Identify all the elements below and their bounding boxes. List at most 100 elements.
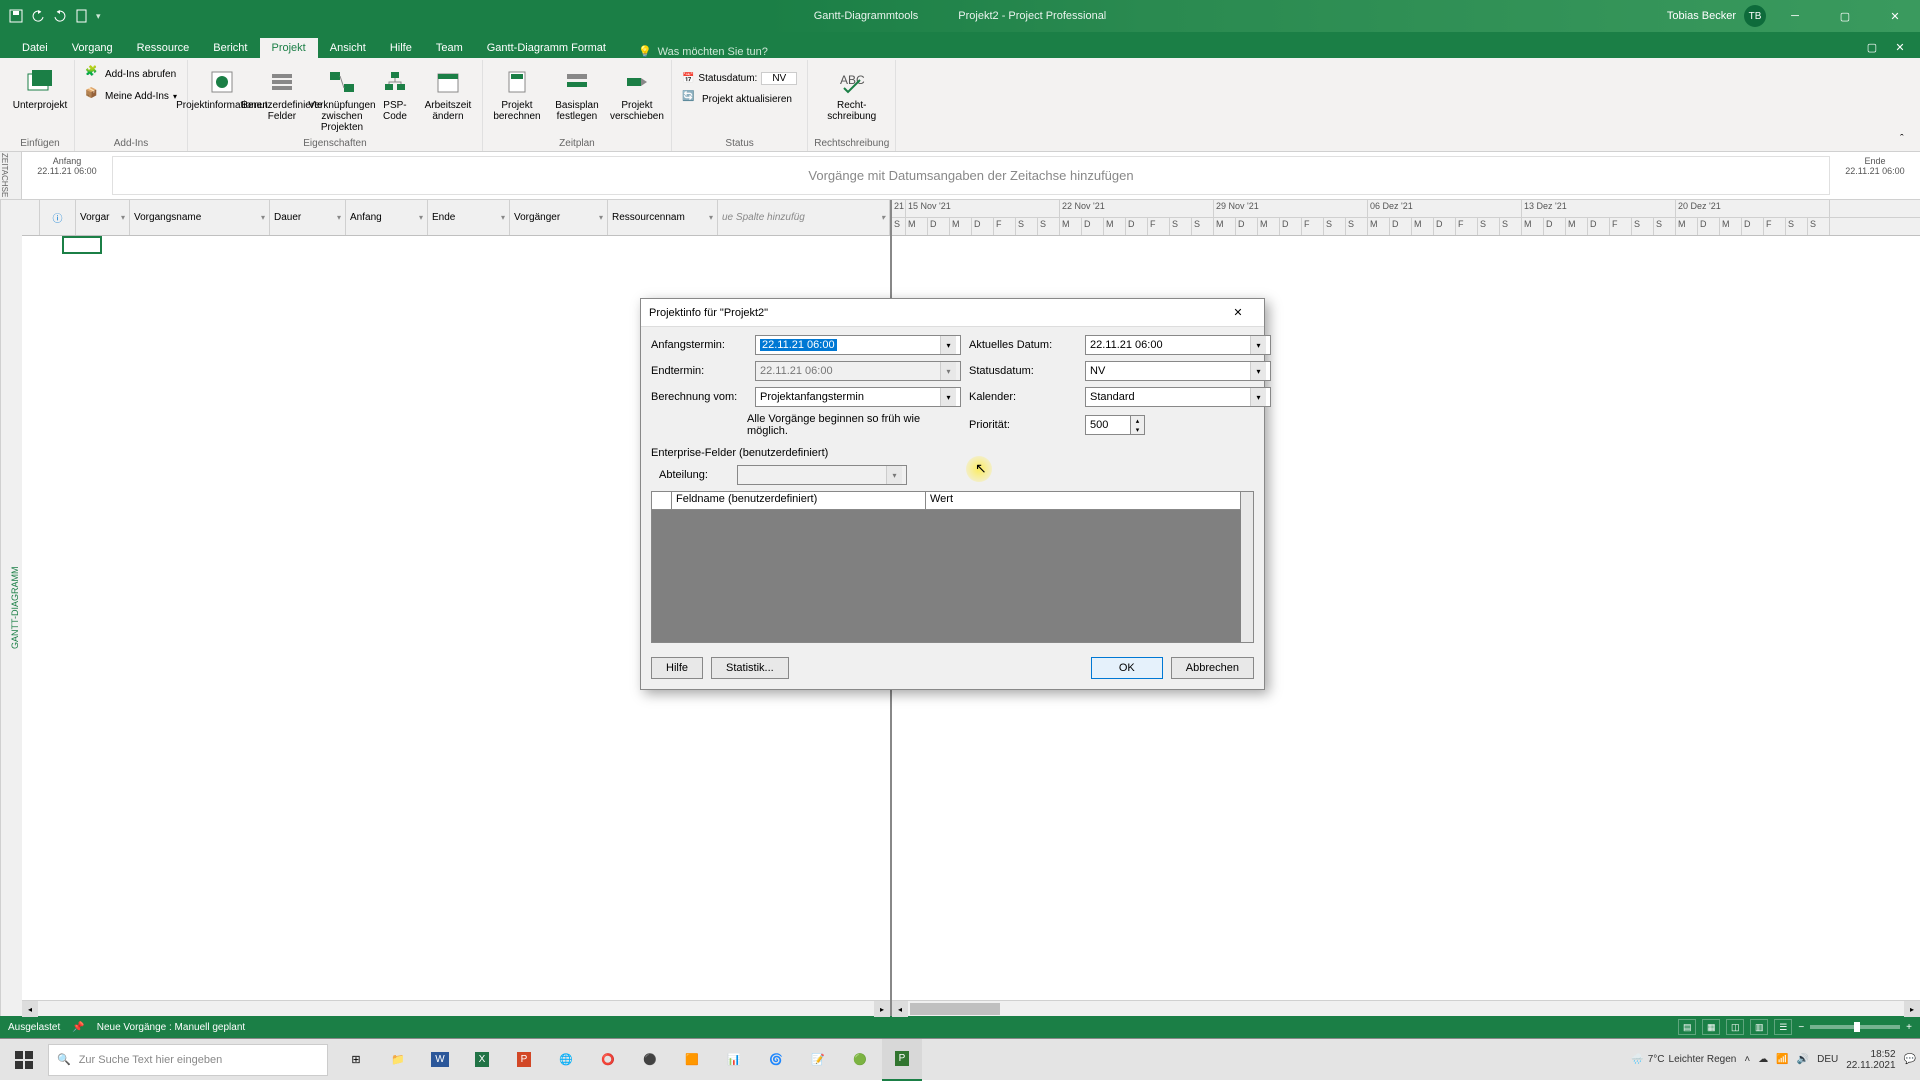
obs-icon[interactable]: ⚫ (630, 1039, 670, 1081)
app-icon[interactable]: 🟧 (672, 1039, 712, 1081)
btn-worktime[interactable]: Arbeitszeit ändern (420, 64, 476, 124)
col-end[interactable]: Ende▾ (428, 200, 510, 235)
onedrive-icon[interactable]: ☁ (1758, 1054, 1768, 1065)
spin-down-icon[interactable]: ▾ (1131, 425, 1144, 434)
input-anfang[interactable]: 22.11.21 06:00▾ (755, 335, 961, 355)
btn-abbrechen[interactable]: Abbrechen (1171, 657, 1254, 679)
excel-icon[interactable]: X (462, 1039, 502, 1081)
input-aktuell[interactable]: 22.11.21 06:00▾ (1085, 335, 1271, 355)
col-name[interactable]: Vorgangsname▾ (130, 200, 270, 235)
chrome-icon[interactable]: ⭕ (588, 1039, 628, 1081)
collapse-ribbon-icon[interactable]: ˆ (1900, 133, 1916, 149)
btn-links[interactable]: Verknüpfungen zwischen Projekten (314, 64, 370, 135)
timeline-body[interactable]: Vorgänge mit Datumsangaben der Zeitachse… (112, 156, 1830, 195)
zoom-in-icon[interactable]: + (1906, 1022, 1912, 1033)
btn-update-project[interactable]: 🔄Projekt aktualisieren (678, 89, 801, 109)
input-prioritat[interactable]: 500 ▴▾ (1085, 415, 1271, 435)
ribbon-close-icon[interactable]: ✕ (1886, 36, 1914, 58)
btn-calc[interactable]: Projekt berechnen (489, 64, 545, 124)
tab-team[interactable]: Team (424, 38, 475, 58)
dropdown-icon[interactable]: ▾ (1250, 336, 1266, 354)
view-side-tab[interactable]: GANTT-DIAGRAMM (0, 200, 22, 1016)
status-left2[interactable]: Neue Vorgänge : Manuell geplant (97, 1022, 245, 1033)
ie-icon[interactable]: 🌀 (756, 1039, 796, 1081)
btn-unterprojekt[interactable]: Unterprojekt (12, 64, 68, 113)
taskbar-search[interactable]: 🔍 Zur Suche Text hier eingeben (48, 1044, 328, 1076)
save-icon[interactable] (8, 8, 24, 24)
input-status[interactable]: NV▾ (1085, 361, 1271, 381)
col-indicator[interactable]: ⓘ (40, 200, 76, 235)
col-pred[interactable]: Vorgänger▾ (510, 200, 608, 235)
status-date-value[interactable]: NV (761, 72, 797, 85)
btn-spelling[interactable]: ABCRecht- schreibung (824, 64, 880, 124)
tab-projekt[interactable]: Projekt (260, 38, 318, 58)
tab-ganttformat[interactable]: Gantt-Diagramm Format (475, 38, 618, 58)
spin-up-icon[interactable]: ▴ (1131, 416, 1144, 425)
gantt-hscroll[interactable]: ◂ ▸ (892, 1000, 1920, 1016)
col-start[interactable]: Anfang▾ (346, 200, 428, 235)
dropdown-icon[interactable]: ▾ (940, 336, 956, 354)
tab-ansicht[interactable]: Ansicht (318, 38, 378, 58)
btn-wbs[interactable]: PSP- Code (374, 64, 416, 124)
view-gantt-icon[interactable]: ▤ (1678, 1019, 1696, 1035)
taskview-icon[interactable]: ⊞ (336, 1039, 376, 1081)
col-feldname[interactable]: Feldname (benutzerdefiniert) (672, 492, 926, 509)
table-vscroll[interactable] (1241, 492, 1253, 642)
dialog-titlebar[interactable]: Projektinfo für "Projekt2" ✕ (641, 299, 1264, 327)
qat-customize-icon[interactable]: ▾ (96, 11, 101, 22)
btn-baseline[interactable]: Basisplan festlegen (549, 64, 605, 124)
app2-icon[interactable]: 📊 (714, 1039, 754, 1081)
col-add[interactable]: ue Spalte hinzufüg▾ (718, 200, 890, 235)
dialog-close-icon[interactable]: ✕ (1220, 301, 1256, 325)
tell-me[interactable]: 💡 Was möchten Sie tun? (638, 45, 768, 58)
scroll-right-icon[interactable]: ▸ (1904, 1001, 1920, 1017)
close-icon[interactable]: ✕ (1874, 1, 1916, 31)
dropdown-icon[interactable]: ▾ (940, 388, 956, 406)
tray-chevron-icon[interactable]: ˄ (1744, 1054, 1750, 1065)
scroll-right-icon[interactable]: ▸ (874, 1001, 890, 1017)
scroll-thumb[interactable] (910, 1003, 1000, 1015)
zoom-slider[interactable] (1810, 1025, 1900, 1029)
tab-ressource[interactable]: Ressource (125, 38, 202, 58)
new-icon[interactable] (74, 8, 90, 24)
col-duration[interactable]: Dauer▾ (270, 200, 346, 235)
tab-datei[interactable]: Datei (10, 38, 60, 58)
tab-vorgang[interactable]: Vorgang (60, 38, 125, 58)
col-select[interactable] (22, 200, 40, 235)
grid-hscroll[interactable]: ◂ ▸ (22, 1000, 890, 1016)
explorer-icon[interactable]: 📁 (378, 1039, 418, 1081)
btn-move[interactable]: Projekt verschieben (609, 64, 665, 124)
notifications-icon[interactable]: 💬 (1904, 1054, 1916, 1065)
view-resource-icon[interactable]: ☰ (1774, 1019, 1792, 1035)
col-res[interactable]: Ressourcennam▾ (608, 200, 718, 235)
weather[interactable]: 🌧️ 7°C Leichter Regen (1631, 1054, 1736, 1065)
dropdown-icon[interactable]: ▾ (1250, 362, 1266, 380)
ribbon-display-icon[interactable]: ▢ (1858, 36, 1886, 58)
btn-statistik[interactable]: Statistik... (711, 657, 789, 679)
btn-hilfe[interactable]: Hilfe (651, 657, 703, 679)
col-mode[interactable]: Vorgar▾ (76, 200, 130, 235)
view-usage-icon[interactable]: ▦ (1702, 1019, 1720, 1035)
btn-get-addins[interactable]: 🧩Add-Ins abrufen (81, 64, 181, 84)
input-kalender[interactable]: Standard▾ (1085, 387, 1271, 407)
maximize-icon[interactable]: ▢ (1824, 1, 1866, 31)
spotify-icon[interactable]: 🟢 (840, 1039, 880, 1081)
notepad-icon[interactable]: 📝 (798, 1039, 838, 1081)
table-body[interactable] (652, 510, 1241, 642)
zoom-out-icon[interactable]: − (1798, 1022, 1804, 1033)
redo-icon[interactable] (52, 8, 68, 24)
powerpoint-icon[interactable]: P (504, 1039, 544, 1081)
network-icon[interactable]: 📶 (1776, 1054, 1788, 1065)
scroll-left-icon[interactable]: ◂ (22, 1001, 38, 1017)
view-network-icon[interactable]: ◫ (1726, 1019, 1744, 1035)
undo-icon[interactable] (30, 8, 46, 24)
avatar[interactable]: TB (1744, 5, 1766, 27)
col-wert[interactable]: Wert (926, 492, 1241, 509)
view-calendar-icon[interactable]: ▥ (1750, 1019, 1768, 1035)
volume-icon[interactable]: 🔊 (1797, 1054, 1809, 1065)
selected-cell[interactable] (62, 236, 102, 254)
input-berechnung[interactable]: Projektanfangstermin▾ (755, 387, 961, 407)
language-indicator[interactable]: DEU (1817, 1054, 1838, 1065)
dropdown-icon[interactable]: ▾ (1250, 388, 1266, 406)
btn-ok[interactable]: OK (1091, 657, 1163, 679)
